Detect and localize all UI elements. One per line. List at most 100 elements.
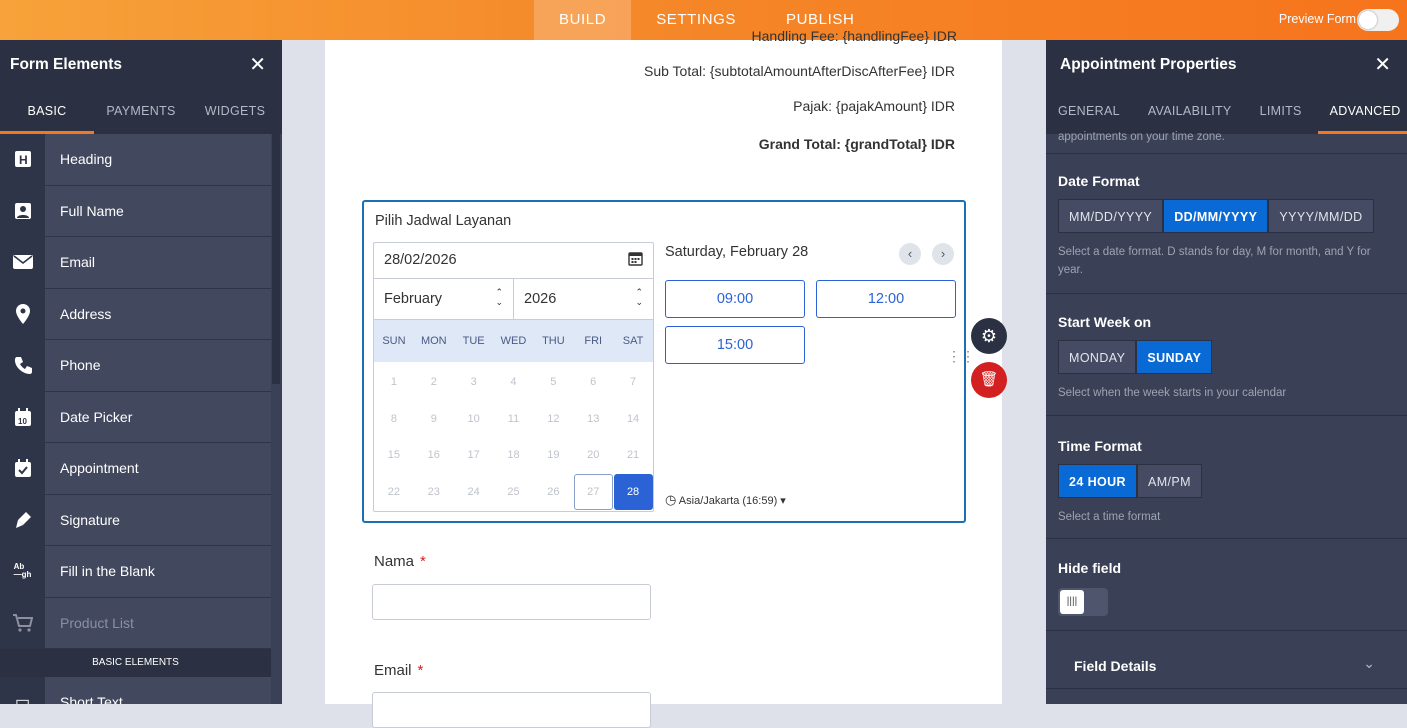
chevron-right-icon[interactable]: › xyxy=(932,243,954,265)
element-short-text[interactable]: ▭ Short Text xyxy=(0,676,271,704)
pajak-line: Pajak: {pajakAmount} IDR xyxy=(793,98,955,114)
weekday-sat: SAT xyxy=(622,335,644,347)
weekday-wed: WED xyxy=(500,335,527,347)
month-value: February xyxy=(384,291,443,307)
element-appointment[interactable]: Appointment xyxy=(0,442,271,495)
calendar-day[interactable]: 28 xyxy=(613,473,653,510)
weekday-fri: FRI xyxy=(584,335,603,347)
calendar-day[interactable]: 12 xyxy=(534,401,573,438)
calendar-day[interactable]: 22 xyxy=(375,474,414,511)
location-pin-icon xyxy=(0,288,45,340)
calendar-day[interactable]: 20 xyxy=(574,437,613,474)
time-format-title: Time Format xyxy=(1058,438,1142,454)
chevron-down-icon: ⌄ xyxy=(1363,655,1375,671)
calendar-day[interactable]: 9 xyxy=(414,401,453,438)
option-monday[interactable]: MONDAY xyxy=(1058,340,1137,374)
start-week-block: Start Week on MONDAY SUNDAY Select when … xyxy=(1046,294,1407,416)
element-product-list[interactable]: Product List xyxy=(0,597,271,649)
option-mm-dd-yyyy[interactable]: MM/DD/YYYY xyxy=(1058,199,1164,233)
time-slot[interactable]: 15:00 xyxy=(665,326,805,364)
tab-settings[interactable]: SETTINGS xyxy=(631,0,761,40)
calendar-day[interactable]: 15 xyxy=(375,437,414,474)
date-input[interactable]: 28/02/2026 xyxy=(374,243,653,279)
calendar-day[interactable]: 16 xyxy=(414,437,453,474)
cart-icon xyxy=(0,597,45,649)
time-format-options: 24 HOUR AM/PM xyxy=(1058,464,1395,498)
option-dd-mm-yyyy[interactable]: DD/MM/YYYY xyxy=(1163,199,1269,233)
calendar-day[interactable]: 25 xyxy=(494,474,533,511)
nama-input[interactable] xyxy=(372,584,651,620)
calendar-day[interactable]: 11 xyxy=(494,401,533,438)
close-icon[interactable]: ✕ xyxy=(1374,52,1391,77)
start-week-help: Select when the week starts in your cale… xyxy=(1058,387,1287,399)
caret-down-icon: ▾ xyxy=(780,495,786,507)
calendar-day[interactable]: 23 xyxy=(414,474,453,511)
timezone-note: appointments on your time zone. xyxy=(1058,131,1225,143)
calendar-day[interactable]: 3 xyxy=(454,364,493,401)
element-full-name[interactable]: Full Name xyxy=(0,185,271,237)
preview-form-label: Preview Form xyxy=(1278,12,1356,26)
element-label: Appointment xyxy=(60,460,139,477)
drag-handle-icon[interactable]: ⋮⋮ xyxy=(947,349,975,363)
option-24-hour[interactable]: 24 HOUR xyxy=(1058,464,1137,498)
option-am-pm[interactable]: AM/PM xyxy=(1136,464,1202,498)
close-icon[interactable]: ✕ xyxy=(249,52,266,77)
element-label: Heading xyxy=(60,151,113,168)
field-details-title: Field Details xyxy=(1074,658,1157,674)
year-select[interactable]: 2026 ⌃ ⌄ xyxy=(514,279,653,319)
month-select[interactable]: February ⌃ ⌄ xyxy=(374,279,514,319)
calendar-day[interactable]: 4 xyxy=(494,364,533,401)
calendar-day[interactable]: 7 xyxy=(614,364,653,401)
calendar-day[interactable]: 14 xyxy=(614,401,653,438)
element-fill-in-the-blank[interactable]: Ab —gh Fill in the Blank xyxy=(0,545,271,598)
element-phone[interactable]: Phone xyxy=(0,339,271,392)
fill-blank-icon: Ab —gh xyxy=(0,545,45,597)
calendar-day[interactable]: 19 xyxy=(534,437,573,474)
option-sunday[interactable]: SUNDAY xyxy=(1136,340,1213,374)
calendar-day[interactable]: 10 xyxy=(454,401,493,438)
element-date-picker[interactable]: 10 Date Picker xyxy=(0,391,271,443)
chevron-left-icon[interactable]: ‹ xyxy=(899,243,921,265)
pen-icon xyxy=(0,494,45,546)
tab-widgets[interactable]: WIDGETS xyxy=(188,88,282,134)
trash-icon[interactable]: 🗑 xyxy=(971,362,1007,398)
field-details-header[interactable]: Field Details ⌄ xyxy=(1046,643,1407,689)
hide-field-toggle[interactable]: |||| xyxy=(1058,588,1108,616)
timezone-value: Asia/Jakarta (16:59) xyxy=(678,495,778,507)
element-address[interactable]: Address xyxy=(0,288,271,340)
element-label: Phone xyxy=(60,357,101,374)
gear-icon[interactable]: ⚙ xyxy=(971,318,1007,354)
calendar-day[interactable]: 2 xyxy=(414,364,453,401)
calendar-day[interactable]: 24 xyxy=(454,474,493,511)
calendar-day[interactable]: 8 xyxy=(375,401,414,438)
month-year-row: February ⌃ ⌄ 2026 ⌃ ⌄ xyxy=(374,279,653,320)
panel-scrollbar[interactable] xyxy=(272,134,280,384)
time-slot[interactable]: 12:00 xyxy=(816,280,956,318)
time-slot[interactable]: 09:00 xyxy=(665,280,805,318)
timezone-note-block: appointments on your time zone. xyxy=(1046,128,1407,154)
calendar-day[interactable]: 21 xyxy=(614,437,653,474)
calendar-day[interactable]: 27 xyxy=(573,473,613,510)
calendar-icon[interactable] xyxy=(628,251,643,270)
calendar-day[interactable]: 1 xyxy=(375,364,414,401)
option-yyyy-mm-dd[interactable]: YYYY/MM/DD xyxy=(1268,199,1374,233)
element-heading[interactable]: H Heading xyxy=(0,133,271,186)
calendar-day[interactable]: 26 xyxy=(534,474,573,511)
email-input[interactable] xyxy=(372,692,651,728)
tab-build[interactable]: BUILD xyxy=(534,0,632,40)
tab-basic[interactable]: BASIC xyxy=(0,88,94,134)
element-signature[interactable]: Signature xyxy=(0,494,271,546)
calendar-day[interactable]: 18 xyxy=(494,437,533,474)
element-tabs: BASIC PAYMENTS WIDGETS xyxy=(0,88,282,134)
tab-payments[interactable]: PAYMENTS xyxy=(94,88,188,134)
calendar-day[interactable]: 5 xyxy=(534,364,573,401)
element-label: Full Name xyxy=(60,202,124,219)
element-email[interactable]: Email xyxy=(0,236,271,289)
preview-form-toggle[interactable] xyxy=(1357,9,1399,31)
calendar-day[interactable]: 17 xyxy=(454,437,493,474)
timezone-select[interactable]: ◷ Asia/Jakarta (16:59) ▾ xyxy=(665,492,786,508)
calendar-day[interactable]: 13 xyxy=(574,401,613,438)
weekday-tue: TUE xyxy=(462,335,485,347)
calendar-day[interactable]: 6 xyxy=(574,364,613,401)
appointment-widget[interactable]: Pilih Jadwal Layanan 28/02/2026 February… xyxy=(362,200,966,523)
